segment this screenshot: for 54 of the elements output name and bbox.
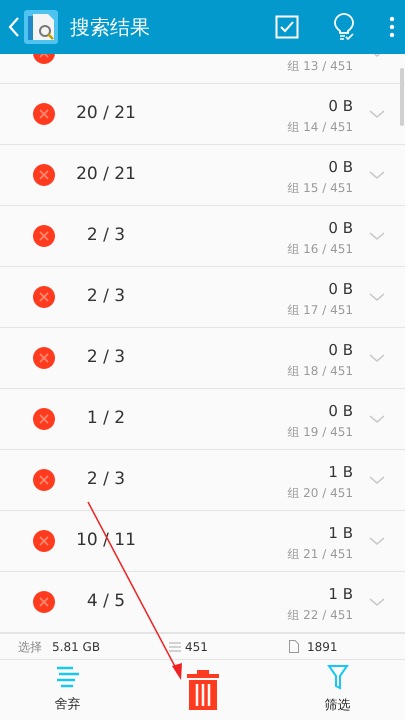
- ratio-text: 20 / 21: [76, 163, 136, 186]
- ratio-text: 2 / 3: [86, 224, 126, 248]
- funnel-icon: [326, 664, 348, 690]
- remove-icon[interactable]: [32, 590, 56, 614]
- size-text: 0 B: [328, 401, 353, 421]
- file-count: 1891: [307, 638, 338, 656]
- group-text: 组 22 / 451: [287, 607, 353, 624]
- group-count: 451: [185, 638, 209, 656]
- size-text: 0 B: [328, 157, 353, 177]
- group-text: 组 16 / 451: [287, 241, 353, 258]
- size-text: 0 B: [328, 218, 353, 238]
- checkbox-icon[interactable]: [275, 15, 299, 39]
- remove-icon[interactable]: [32, 529, 56, 553]
- scrollbar: [400, 68, 404, 126]
- size-text: 0 B: [328, 96, 353, 116]
- ratio-text: 2 / 3: [86, 346, 126, 370]
- size-text: 1 B: [328, 523, 353, 543]
- page-title: 搜索结果: [70, 14, 151, 41]
- document-search-icon: [24, 10, 58, 44]
- group-text: 组 14 / 451: [287, 119, 353, 136]
- remove-icon[interactable]: [32, 346, 56, 370]
- remove-icon[interactable]: [32, 224, 56, 248]
- group-text: 组 20 / 451: [287, 485, 353, 502]
- lightbulb-icon[interactable]: [333, 13, 355, 41]
- trash-icon: [184, 668, 220, 712]
- filter-button[interactable]: 筛选: [270, 660, 405, 720]
- ratio-text: 2 / 3: [86, 285, 126, 308]
- group-text: 组 13 / 451: [287, 58, 353, 75]
- ratio-text: 4 / 5: [86, 590, 126, 614]
- selected-label: 选择: [18, 638, 42, 656]
- ratio-text: 20 / 21: [76, 102, 136, 126]
- remove-icon[interactable]: [32, 407, 56, 431]
- size-text: 0 B: [328, 279, 353, 299]
- group-text: 组 19 / 451: [287, 424, 353, 441]
- list-icon: [169, 640, 181, 652]
- remove-icon[interactable]: [32, 468, 56, 492]
- file-icon: [289, 640, 299, 653]
- size-text: 1 B: [328, 584, 353, 604]
- group-text: 组 17 / 451: [287, 302, 353, 319]
- remove-icon[interactable]: [32, 163, 56, 187]
- remove-icon[interactable]: [32, 102, 56, 126]
- group-text: 组 18 / 451: [287, 363, 353, 380]
- group-text: 组 15 / 451: [287, 180, 353, 197]
- selected-size: 5.81 GB: [52, 638, 102, 656]
- remove-icon[interactable]: [32, 285, 56, 309]
- size-text: 0 B: [328, 340, 353, 360]
- back-icon[interactable]: [8, 16, 20, 38]
- group-text: 组 21 / 451: [287, 546, 353, 563]
- discard-button[interactable]: 舍弃: [0, 660, 135, 720]
- more-icon[interactable]: [389, 16, 395, 38]
- ratio-text: 2 / 3: [86, 468, 126, 492]
- lines-icon: [54, 665, 80, 690]
- ratio-text: 1 / 2: [86, 407, 126, 430]
- size-text: 1 B: [328, 462, 353, 482]
